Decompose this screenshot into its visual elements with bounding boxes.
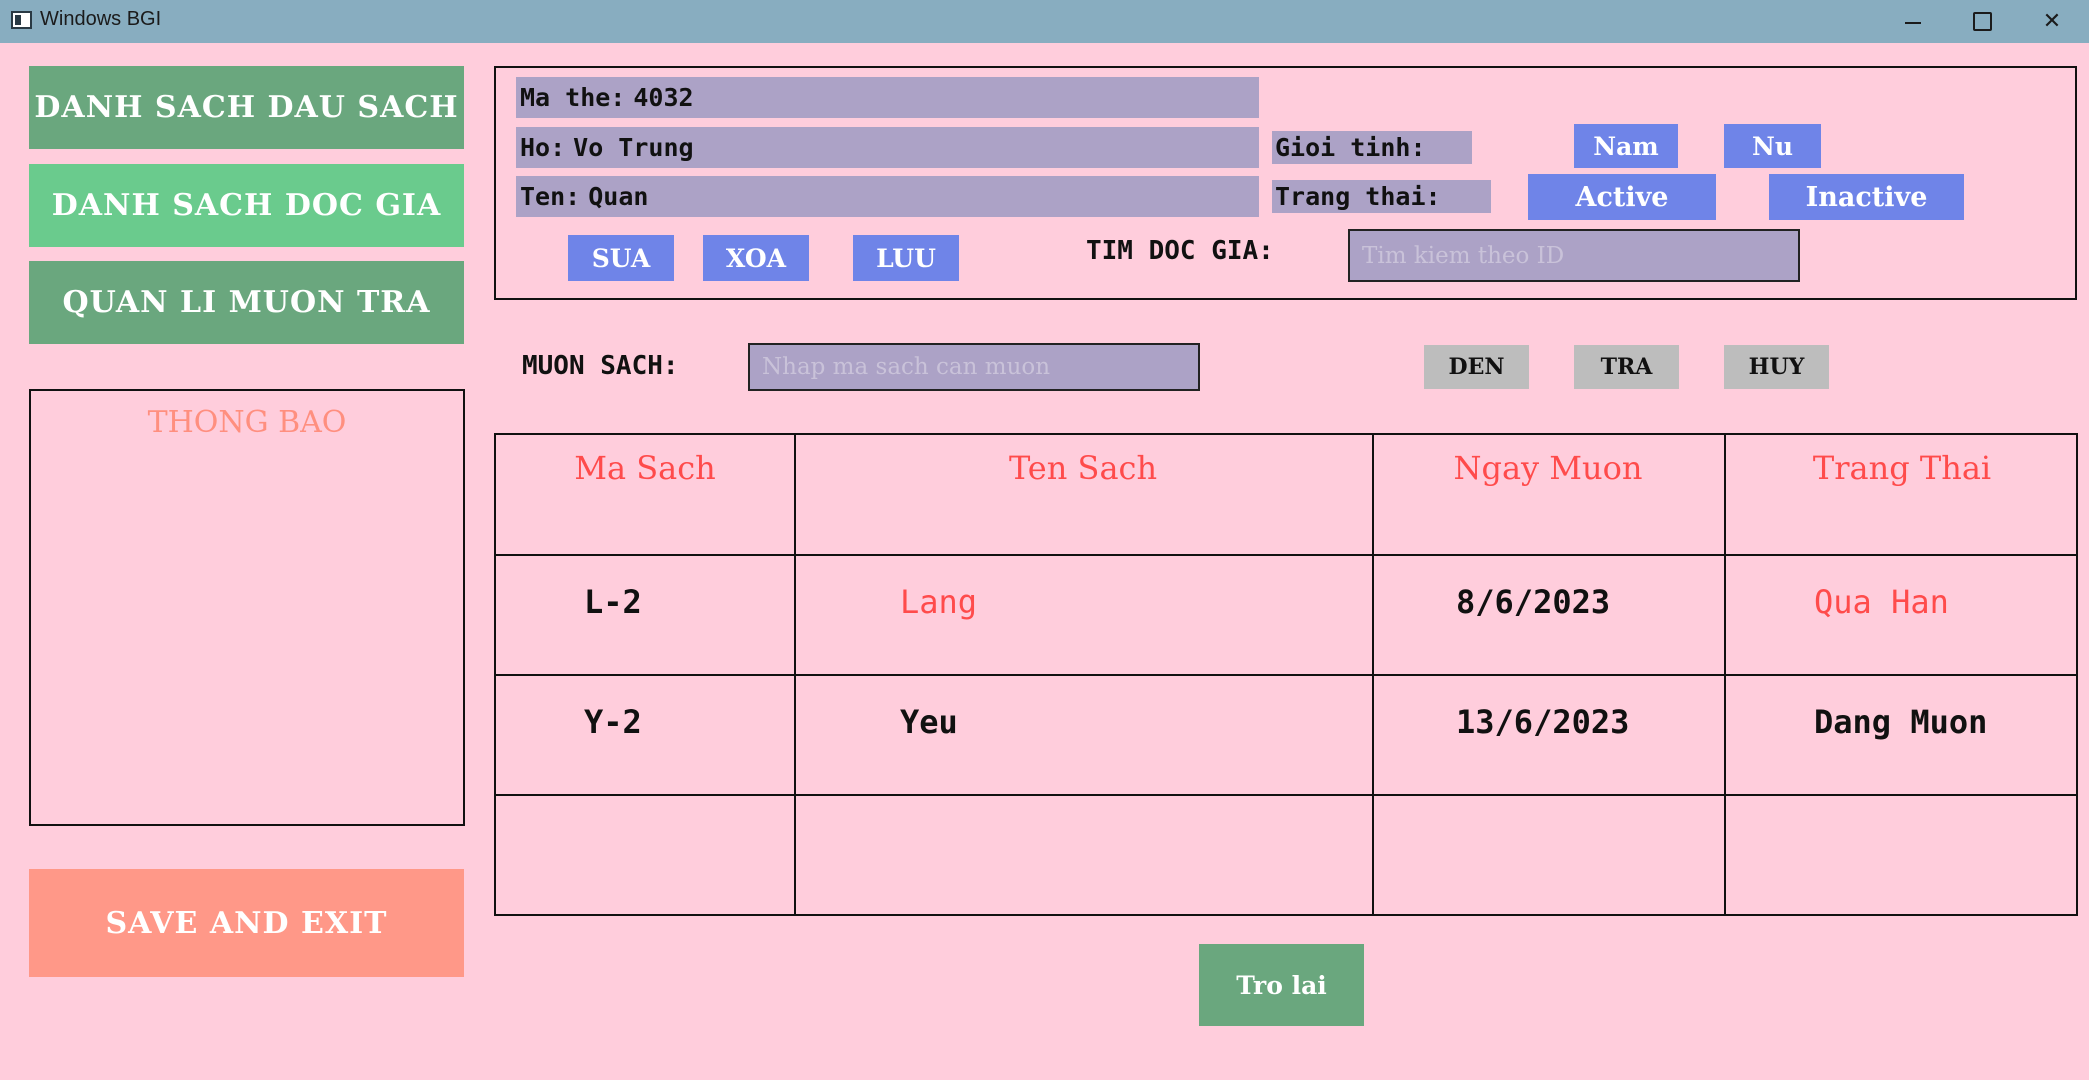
tim-doc-gia-input[interactable]: Tim kiem theo ID bbox=[1348, 229, 1800, 282]
save-and-exit-button[interactable]: SAVE AND EXIT bbox=[29, 869, 464, 977]
row1-ten-sach: Lang bbox=[900, 583, 978, 621]
huy-button[interactable]: HUY bbox=[1724, 345, 1829, 389]
row2-trang-thai: Dang Muon bbox=[1814, 703, 1988, 741]
nav-danh-sach-doc-gia-button[interactable]: DANH SACH DOC GIA bbox=[29, 164, 464, 247]
close-icon: ✕ bbox=[2042, 9, 2062, 34]
ten-field[interactable]: Ten: Quan bbox=[516, 176, 1259, 217]
ho-field[interactable]: Ho: Vo Trung bbox=[516, 127, 1259, 168]
nav-quan-li-muon-tra-button[interactable]: QUAN LI MUON TRA bbox=[29, 261, 464, 344]
header-ngay-muon: Ngay Muon bbox=[1453, 449, 1643, 487]
row-divider bbox=[496, 554, 2076, 556]
status-inactive-button[interactable]: Inactive bbox=[1769, 174, 1964, 220]
close-button[interactable]: ✕ bbox=[2017, 0, 2087, 43]
row-divider bbox=[496, 674, 2076, 676]
ho-value: Vo Trung bbox=[573, 133, 694, 162]
nav-danh-sach-dau-sach-button[interactable]: DANH SACH DAU SACH bbox=[29, 66, 464, 149]
ma-the-value: 4032 bbox=[633, 83, 694, 112]
notice-title: THONG BAO bbox=[147, 405, 347, 440]
header-ten-sach: Ten Sach bbox=[1008, 449, 1158, 487]
notice-box bbox=[29, 389, 465, 826]
ma-the-field[interactable]: Ma the: 4032 bbox=[516, 77, 1259, 118]
row1-ma-sach: L-2 bbox=[584, 583, 642, 621]
window-title: Windows BGI bbox=[40, 8, 162, 30]
minimize-button[interactable] bbox=[1878, 0, 1948, 43]
ho-label: Ho: bbox=[520, 133, 566, 162]
row-divider bbox=[496, 794, 2076, 796]
maximize-button[interactable] bbox=[1947, 0, 2017, 43]
row2-ngay-muon: 13/6/2023 bbox=[1456, 703, 1630, 741]
loan-table: Ma Sach Ten Sach Ngay Muon Trang Thai L-… bbox=[494, 433, 2078, 916]
ten-value: Quan bbox=[588, 182, 649, 211]
row1-ngay-muon: 8/6/2023 bbox=[1456, 583, 1611, 621]
tro-lai-button[interactable]: Tro lai bbox=[1199, 944, 1364, 1026]
gioi-tinh-label: Gioi tinh: bbox=[1272, 131, 1472, 164]
xoa-button[interactable]: XOA bbox=[703, 235, 809, 281]
muon-sach-input[interactable]: Nhap ma sach can muon bbox=[748, 343, 1200, 391]
muon-sach-label: MUON SACH: bbox=[522, 351, 679, 381]
title-bar bbox=[0, 0, 2089, 43]
status-active-button[interactable]: Active bbox=[1528, 174, 1716, 220]
trang-thai-label: Trang thai: bbox=[1272, 180, 1491, 213]
header-ma-sach: Ma Sach bbox=[574, 449, 716, 487]
den-button[interactable]: DEN bbox=[1424, 345, 1529, 389]
luu-button[interactable]: LUU bbox=[853, 235, 959, 281]
ma-the-label: Ma the: bbox=[520, 83, 626, 112]
minimize-icon bbox=[1905, 21, 1921, 24]
ten-label: Ten: bbox=[520, 182, 581, 211]
row1-trang-thai: Qua Han bbox=[1814, 583, 1949, 621]
tra-button[interactable]: TRA bbox=[1574, 345, 1679, 389]
maximize-icon bbox=[1972, 12, 1992, 31]
tim-doc-gia-label: TIM DOC GIA: bbox=[1086, 236, 1274, 266]
app-icon bbox=[11, 11, 32, 29]
sua-button[interactable]: SUA bbox=[568, 235, 674, 281]
row2-ma-sach: Y-2 bbox=[584, 703, 642, 741]
gender-nu-button[interactable]: Nu bbox=[1724, 124, 1821, 168]
row2-ten-sach: Yeu bbox=[900, 703, 958, 741]
gender-nam-button[interactable]: Nam bbox=[1574, 124, 1678, 168]
header-trang-thai: Trang Thai bbox=[1812, 449, 1992, 487]
